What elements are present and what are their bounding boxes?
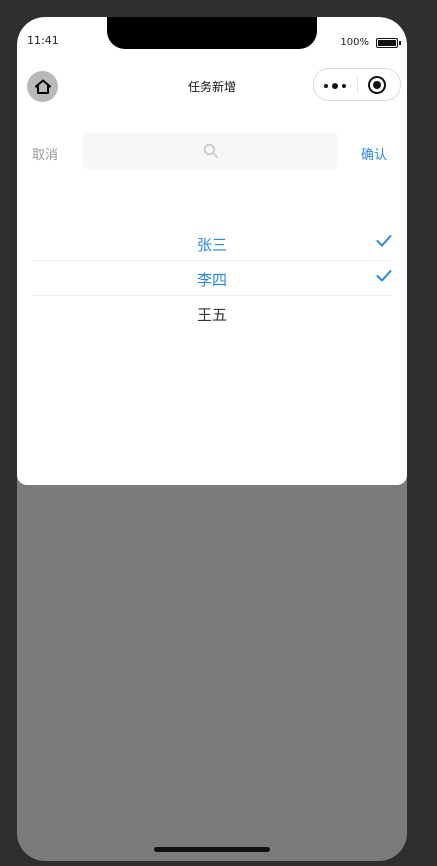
phone-frame: 11:41 100% 任务新增 取消 确认 张三 李四 王五 xyxy=(17,17,407,861)
mini-program-capsule xyxy=(313,68,401,101)
status-time: 11:41 xyxy=(27,34,59,47)
check-icon xyxy=(376,235,392,247)
cancel-button[interactable]: 取消 xyxy=(32,144,58,163)
search-input[interactable] xyxy=(83,133,342,171)
list-item[interactable]: 王五 xyxy=(32,296,392,330)
search-box[interactable] xyxy=(83,133,342,171)
picker-sheet: 11:41 100% 任务新增 取消 确认 张三 李四 王五 xyxy=(17,17,407,485)
capsule-divider xyxy=(357,77,358,93)
battery-icon xyxy=(376,38,398,48)
list-item[interactable]: 张三 xyxy=(32,226,392,261)
more-dots-icon[interactable] xyxy=(324,83,350,89)
person-list: 张三 李四 王五 xyxy=(32,226,392,330)
home-indicator xyxy=(154,847,270,852)
check-icon xyxy=(376,270,392,282)
list-item-label: 张三 xyxy=(196,236,227,254)
battery-tip xyxy=(399,41,401,45)
list-item-label: 王五 xyxy=(196,306,227,324)
page-title: 任务新增 xyxy=(187,80,236,94)
home-icon xyxy=(34,79,51,94)
notch xyxy=(107,17,317,49)
record-icon[interactable] xyxy=(368,76,386,94)
battery-percent: 100% xyxy=(340,37,369,48)
list-item[interactable]: 李四 xyxy=(32,261,392,296)
list-item-label: 李四 xyxy=(196,271,227,289)
home-button[interactable] xyxy=(27,71,58,102)
confirm-button[interactable]: 确认 xyxy=(361,144,387,163)
